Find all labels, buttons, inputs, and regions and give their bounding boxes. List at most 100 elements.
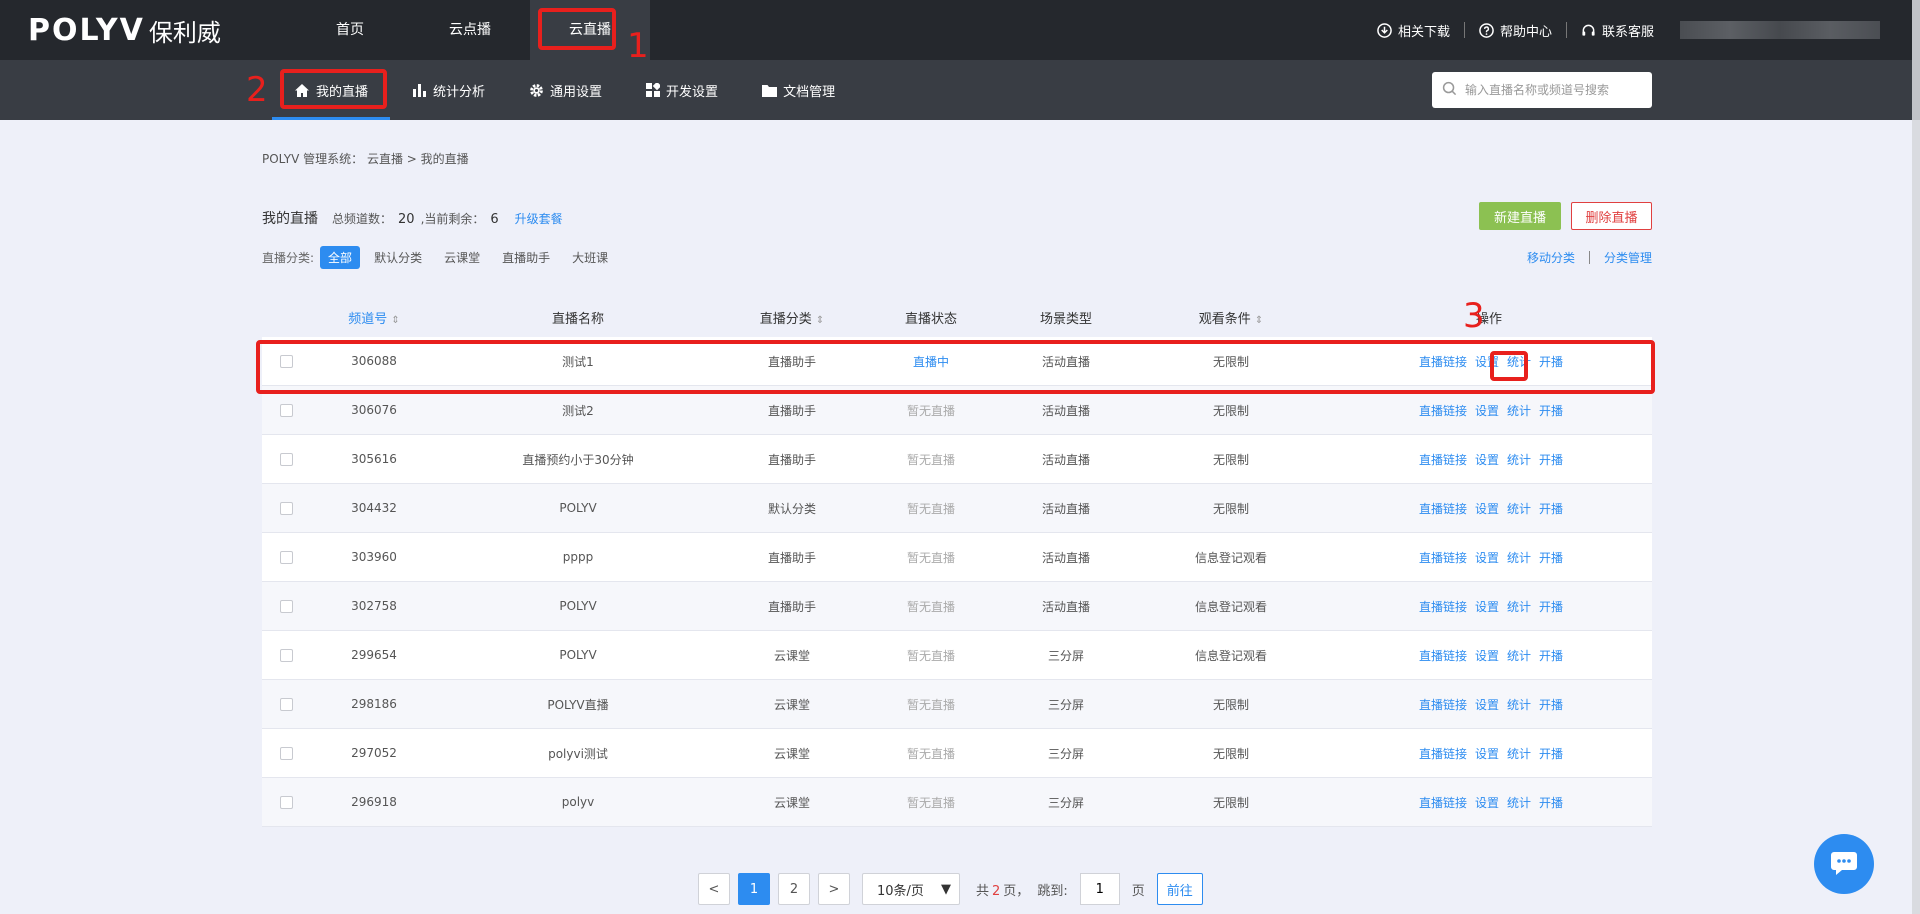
category-filter: 直播分类: 全部 默认分类 云课堂 直播助手 大班课 [262, 246, 616, 269]
stats-button[interactable]: 统计 [1507, 696, 1531, 713]
row-checkbox[interactable] [279, 550, 293, 564]
stats-button[interactable]: 统计 [1507, 402, 1531, 419]
settings-button[interactable]: 设置 [1475, 745, 1499, 762]
live-status: 暂无直播 [906, 795, 955, 810]
start-live-button[interactable]: 开播 [1539, 598, 1563, 615]
subnav-statistics[interactable]: 统计分析 [390, 60, 507, 120]
start-live-button[interactable]: 开播 [1539, 745, 1563, 762]
subnav-general-settings[interactable]: 通用设置 [507, 60, 624, 120]
settings-button[interactable]: 设置 [1475, 402, 1499, 419]
page-2-button[interactable]: 2 [778, 873, 810, 905]
service-link[interactable]: 联系客服 [1567, 21, 1668, 40]
filter-label: 直播分类: [262, 251, 315, 265]
start-live-button[interactable]: 开播 [1539, 696, 1563, 713]
page-1-button[interactable]: 1 [738, 873, 770, 905]
scene-type: 三分屏 [1047, 697, 1084, 712]
live-link-button[interactable]: 直播链接 [1419, 451, 1467, 468]
start-live-button[interactable]: 开播 [1539, 500, 1563, 517]
delete-live-button[interactable]: 删除直播 [1571, 202, 1652, 230]
live-status: 暂无直播 [906, 599, 955, 614]
download-link[interactable]: 相关下载 [1363, 21, 1464, 40]
col-scene: 场景类型 [1039, 311, 1092, 327]
col-condition[interactable]: 观看条件 ⇕ [1136, 308, 1326, 327]
scrollbar-thumb[interactable] [1912, 0, 1920, 120]
next-page-button[interactable]: > [818, 873, 850, 905]
row-checkbox[interactable] [279, 599, 293, 613]
search-input[interactable] [1465, 83, 1645, 97]
live-link-button[interactable]: 直播链接 [1419, 598, 1467, 615]
settings-button[interactable]: 设置 [1475, 451, 1499, 468]
stats-button[interactable]: 统计 [1507, 549, 1531, 566]
subnav-docs[interactable]: 文档管理 [740, 60, 857, 120]
row-checkbox[interactable] [279, 795, 293, 809]
upgrade-link[interactable]: 升级套餐 [515, 210, 563, 227]
go-button[interactable]: 前往 [1156, 873, 1203, 905]
live-link-button[interactable]: 直播链接 [1419, 500, 1467, 517]
stats-button[interactable]: 统计 [1507, 500, 1531, 517]
col-channel-id[interactable]: 频道号 ⇕ [310, 308, 438, 327]
prev-page-button[interactable]: < [698, 873, 730, 905]
service-label: 联系客服 [1601, 24, 1654, 40]
live-link-button[interactable]: 直播链接 [1419, 549, 1467, 566]
col-live-name: 直播名称 [551, 311, 604, 327]
start-live-button[interactable]: 开播 [1539, 402, 1563, 419]
start-live-button[interactable]: 开播 [1539, 647, 1563, 664]
row-checkbox[interactable] [279, 403, 293, 417]
row-checkbox[interactable] [279, 746, 293, 760]
new-live-button[interactable]: 新建直播 [1479, 202, 1561, 230]
scrollbar[interactable] [1912, 0, 1920, 914]
live-category: 直播助手 [767, 550, 816, 565]
settings-button[interactable]: 设置 [1475, 549, 1499, 566]
sort-icon[interactable]: ⇕ [816, 315, 824, 326]
scene-type: 三分屏 [1047, 648, 1084, 663]
settings-button[interactable]: 设置 [1475, 500, 1499, 517]
polyv-logo[interactable]: POLYV 保利威 [28, 13, 221, 48]
jump-page-input[interactable] [1079, 873, 1120, 905]
sort-icon[interactable]: ⇕ [1255, 315, 1263, 326]
row-checkbox[interactable] [279, 697, 293, 711]
live-link-button[interactable]: 直播链接 [1419, 696, 1467, 713]
start-live-button[interactable]: 开播 [1539, 451, 1563, 468]
watch-condition: 无限制 [1212, 452, 1249, 467]
stats-button[interactable]: 统计 [1507, 647, 1531, 664]
start-live-button[interactable]: 开播 [1539, 794, 1563, 811]
filter-chip-assistant[interactable]: 直播助手 [494, 246, 558, 269]
filter-chip-all[interactable]: 全部 [320, 246, 361, 269]
live-category: 云课堂 [773, 648, 810, 663]
help-link[interactable]: 帮助中心 [1465, 21, 1566, 40]
live-category: 云课堂 [773, 795, 810, 810]
grid-icon [646, 83, 661, 97]
stats-button[interactable]: 统计 [1507, 794, 1531, 811]
settings-button[interactable]: 设置 [1475, 647, 1499, 664]
start-live-button[interactable]: 开播 [1539, 549, 1563, 566]
col-category[interactable]: 直播分类 ⇕ [718, 308, 866, 327]
manage-category-link[interactable]: 分类管理 [1604, 249, 1652, 266]
settings-button[interactable]: 设置 [1475, 696, 1499, 713]
settings-button[interactable]: 设置 [1475, 794, 1499, 811]
settings-button[interactable]: 设置 [1475, 598, 1499, 615]
live-link-button[interactable]: 直播链接 [1419, 402, 1467, 419]
row-checkbox[interactable] [279, 648, 293, 662]
live-link-button[interactable]: 直播链接 [1419, 745, 1467, 762]
filter-chip-cloud-class[interactable]: 云课堂 [436, 246, 488, 269]
move-category-link[interactable]: 移动分类 [1527, 249, 1575, 266]
table-row: 296918 polyv 云课堂 暂无直播 三分屏 无限制 直播链接 设置 统计 开播 [262, 778, 1652, 827]
filter-chip-big-class[interactable]: 大班课 [564, 246, 616, 269]
user-account-blurred[interactable] [1680, 21, 1880, 39]
row-checkbox[interactable] [279, 452, 293, 466]
stats-button[interactable]: 统计 [1507, 451, 1531, 468]
topnav-home[interactable]: 首页 [290, 0, 410, 60]
chat-button[interactable] [1814, 834, 1874, 894]
stats-button[interactable]: 统计 [1507, 745, 1531, 762]
filter-chip-default[interactable]: 默认分类 [366, 246, 430, 269]
page-size-select[interactable]: 10条/页 ▼ [862, 873, 960, 905]
live-link-button[interactable]: 直播链接 [1419, 647, 1467, 664]
topnav-vod[interactable]: 云点播 [410, 0, 530, 60]
sort-icon[interactable]: ⇕ [391, 315, 399, 326]
subnav-dev-settings[interactable]: 开发设置 [624, 60, 740, 120]
live-status: 暂无直播 [906, 746, 955, 761]
stats-button[interactable]: 统计 [1507, 598, 1531, 615]
total-pages: 2 [992, 883, 1001, 899]
row-checkbox[interactable] [279, 501, 293, 515]
live-link-button[interactable]: 直播链接 [1419, 794, 1467, 811]
